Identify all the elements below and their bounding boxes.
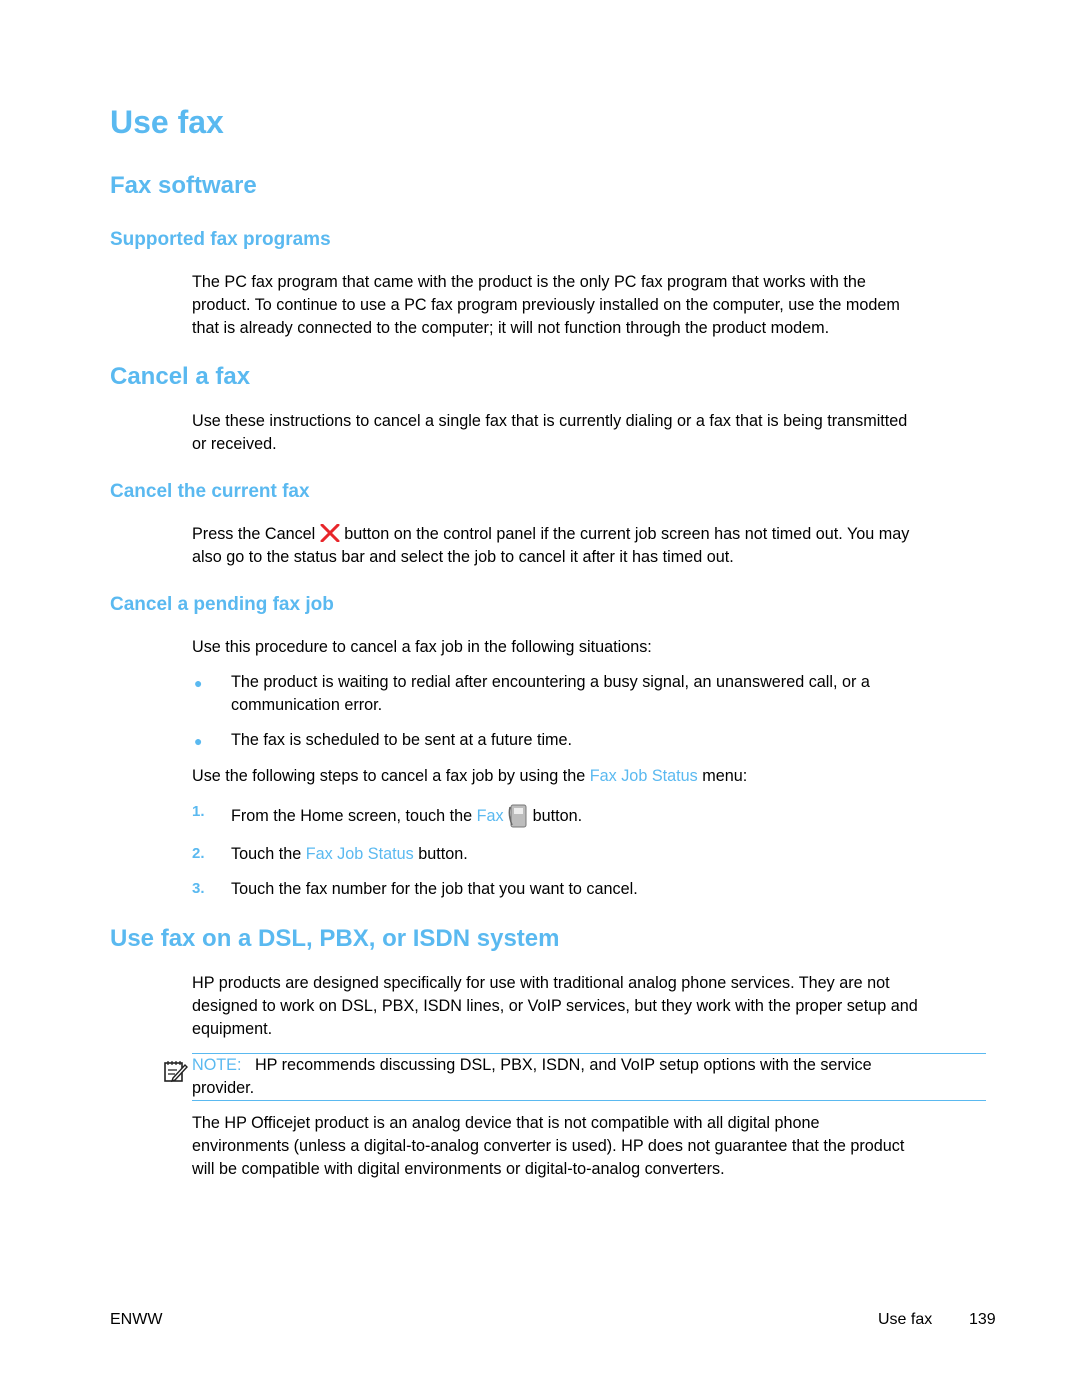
note-pencil-icon	[163, 1058, 189, 1084]
footer-left: ENWW	[110, 1311, 163, 1328]
text-line: product. To continue to use a PC fax pro…	[192, 296, 900, 314]
text-line: will be compatible with digital environm…	[192, 1160, 725, 1178]
text-line: NOTE: HP recommends discussing DSL, PBX,…	[192, 1056, 872, 1074]
text-line: equipment.	[192, 1020, 273, 1038]
bullet-item: The fax is scheduled to be sent at a fut…	[231, 731, 573, 749]
cancel-current-paragraph: Press the Cancel button on the control p…	[192, 523, 992, 569]
heading-supported-fax-programs: Supported fax programs	[110, 229, 331, 250]
heading-cancel-pending-fax-job: Cancel a pending fax job	[110, 594, 334, 615]
text-line: The HP Officejet product is an analog de…	[192, 1114, 820, 1132]
text-line: Press the Cancel button on the control p…	[192, 523, 910, 543]
note-box: NOTE: HP recommends discussing DSL, PBX,…	[192, 1054, 992, 1100]
page-title: Use fax	[110, 104, 224, 140]
bullet-item: The product is waiting to redial after e…	[231, 673, 870, 714]
cancel-paragraph: Use these instructions to cancel a singl…	[192, 410, 992, 456]
fax-job-status-link[interactable]: Fax Job Status	[590, 767, 698, 785]
step-number: 3.	[192, 880, 205, 897]
dsl-paragraph: HP products are designed specifically fo…	[192, 972, 992, 1041]
text-line: also go to the status bar and select the…	[192, 548, 734, 566]
steps-intro: Use the following steps to cancel a fax …	[192, 767, 748, 785]
step-item: Touch the Fax Job Status button.	[231, 845, 468, 863]
heading-cancel-a-fax: Cancel a fax	[110, 363, 251, 390]
heading-dsl-pbx-isdn: Use fax on a DSL, PBX, or ISDN system	[110, 925, 560, 952]
step-number: 1.	[192, 803, 205, 820]
pending-intro: Use this procedure to cancel a fax job i…	[192, 638, 652, 656]
text-line: designed to work on DSL, PBX, ISDN lines…	[192, 997, 918, 1015]
text-line: The PC fax program that came with the pr…	[192, 273, 866, 291]
text-line: or received.	[192, 435, 277, 453]
cancel-x-icon	[320, 523, 340, 543]
supported-paragraph: The PC fax program that came with the pr…	[192, 271, 992, 340]
fax-icon	[508, 803, 528, 829]
fax-link[interactable]: Fax	[477, 807, 504, 825]
text-line: Use these instructions to cancel a singl…	[192, 412, 908, 430]
heading-cancel-current-fax: Cancel the current fax	[110, 481, 310, 502]
fax-job-status-link[interactable]: Fax Job Status	[306, 845, 414, 863]
page-number: 139	[969, 1311, 996, 1328]
analog-paragraph: The HP Officejet product is an analog de…	[192, 1112, 992, 1181]
text-line: environments (unless a digital-to-analog…	[192, 1137, 905, 1155]
text-line: provider.	[192, 1079, 255, 1097]
step-item: Touch the fax number for the job that yo…	[231, 880, 638, 898]
bullet-icon: ●	[194, 733, 203, 749]
step-number: 2.	[192, 845, 205, 862]
footer-section: Use fax	[878, 1311, 933, 1328]
text-line: that is already connected to the compute…	[192, 319, 830, 337]
note-label: NOTE:	[192, 1056, 242, 1074]
text-line: HP products are designed specifically fo…	[192, 974, 890, 992]
bullet-icon: ●	[194, 675, 203, 691]
note-bottom-rule	[192, 1100, 986, 1101]
heading-fax-software: Fax software	[110, 172, 257, 199]
step-item: From the Home screen, touch the Fax butt…	[231, 803, 991, 829]
